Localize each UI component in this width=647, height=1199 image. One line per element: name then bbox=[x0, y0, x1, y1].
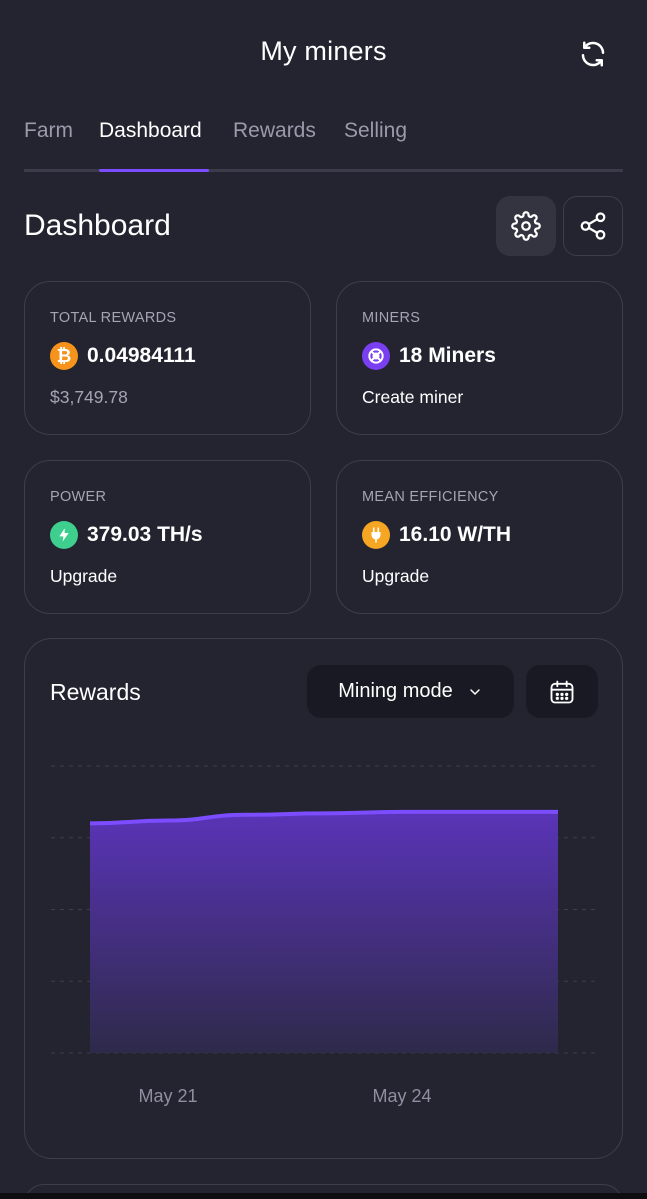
tab-farm[interactable]: Farm bbox=[24, 119, 73, 167]
card-value-row: ₿ 0.04984111 bbox=[50, 342, 196, 370]
rewards-area bbox=[90, 811, 558, 1053]
card-label: MEAN EFFICIENCY bbox=[362, 489, 499, 505]
share-button[interactable] bbox=[563, 196, 623, 256]
card-label: POWER bbox=[50, 489, 107, 505]
refresh-button[interactable] bbox=[572, 34, 614, 74]
section-title: Dashboard bbox=[24, 209, 171, 242]
bitcoin-icon: ₿ bbox=[50, 342, 78, 370]
miner-icon bbox=[362, 342, 390, 370]
refresh-icon bbox=[581, 41, 605, 67]
create-miner-link[interactable]: Create miner bbox=[362, 387, 463, 408]
power-upgrade-link[interactable]: Upgrade bbox=[50, 566, 117, 587]
card-label: MINERS bbox=[362, 310, 421, 326]
total-rewards-usd: $3,749.78 bbox=[50, 387, 128, 407]
page: My miners Farm Dashboard Rewards Selling… bbox=[0, 0, 647, 1199]
tab-active-indicator bbox=[99, 169, 209, 172]
efficiency-value: 16.10 W/TH bbox=[399, 523, 512, 546]
gear-icon bbox=[511, 211, 541, 241]
power-card: POWER 379.03 TH/s Upgrade bbox=[24, 460, 311, 614]
total-rewards-value: 0.04984111 bbox=[87, 344, 196, 367]
plug-icon bbox=[362, 521, 390, 549]
rewards-chart-card: Rewards Mining mode May 21 May 24 bbox=[24, 638, 623, 1159]
power-value: 379.03 TH/s bbox=[87, 523, 203, 546]
tab-dashboard[interactable]: Dashboard bbox=[99, 119, 202, 167]
miners-count: 18 Miners bbox=[399, 344, 496, 367]
tab-rewards[interactable]: Rewards bbox=[233, 119, 316, 167]
miners-card: MINERS 18 Miners Create miner bbox=[336, 281, 623, 435]
tab-selling[interactable]: Selling bbox=[344, 119, 407, 167]
efficiency-card: MEAN EFFICIENCY 16.10 W/TH Upgrade bbox=[336, 460, 623, 614]
card-label: TOTAL REWARDS bbox=[50, 310, 177, 326]
x-tick-label: May 21 bbox=[138, 1086, 197, 1106]
app-header: My miners bbox=[0, 0, 647, 105]
share-icon bbox=[580, 212, 606, 240]
settings-button[interactable] bbox=[496, 196, 556, 256]
card-value-row: 18 Miners bbox=[362, 342, 496, 370]
rewards-chart: May 21 May 24 bbox=[51, 765, 598, 1106]
bottom-bar bbox=[0, 1193, 647, 1199]
card-value-row: 379.03 TH/s bbox=[50, 521, 203, 549]
x-tick-label: May 24 bbox=[372, 1086, 431, 1106]
bolt-icon bbox=[50, 521, 78, 549]
tab-bar: Farm Dashboard Rewards Selling bbox=[24, 105, 623, 172]
page-title: My miners bbox=[260, 36, 387, 66]
efficiency-upgrade-link[interactable]: Upgrade bbox=[362, 566, 429, 587]
total-rewards-card: TOTAL REWARDS ₿ 0.04984111 $3,749.78 bbox=[24, 281, 311, 435]
card-value-row: 16.10 W/TH bbox=[362, 521, 511, 549]
